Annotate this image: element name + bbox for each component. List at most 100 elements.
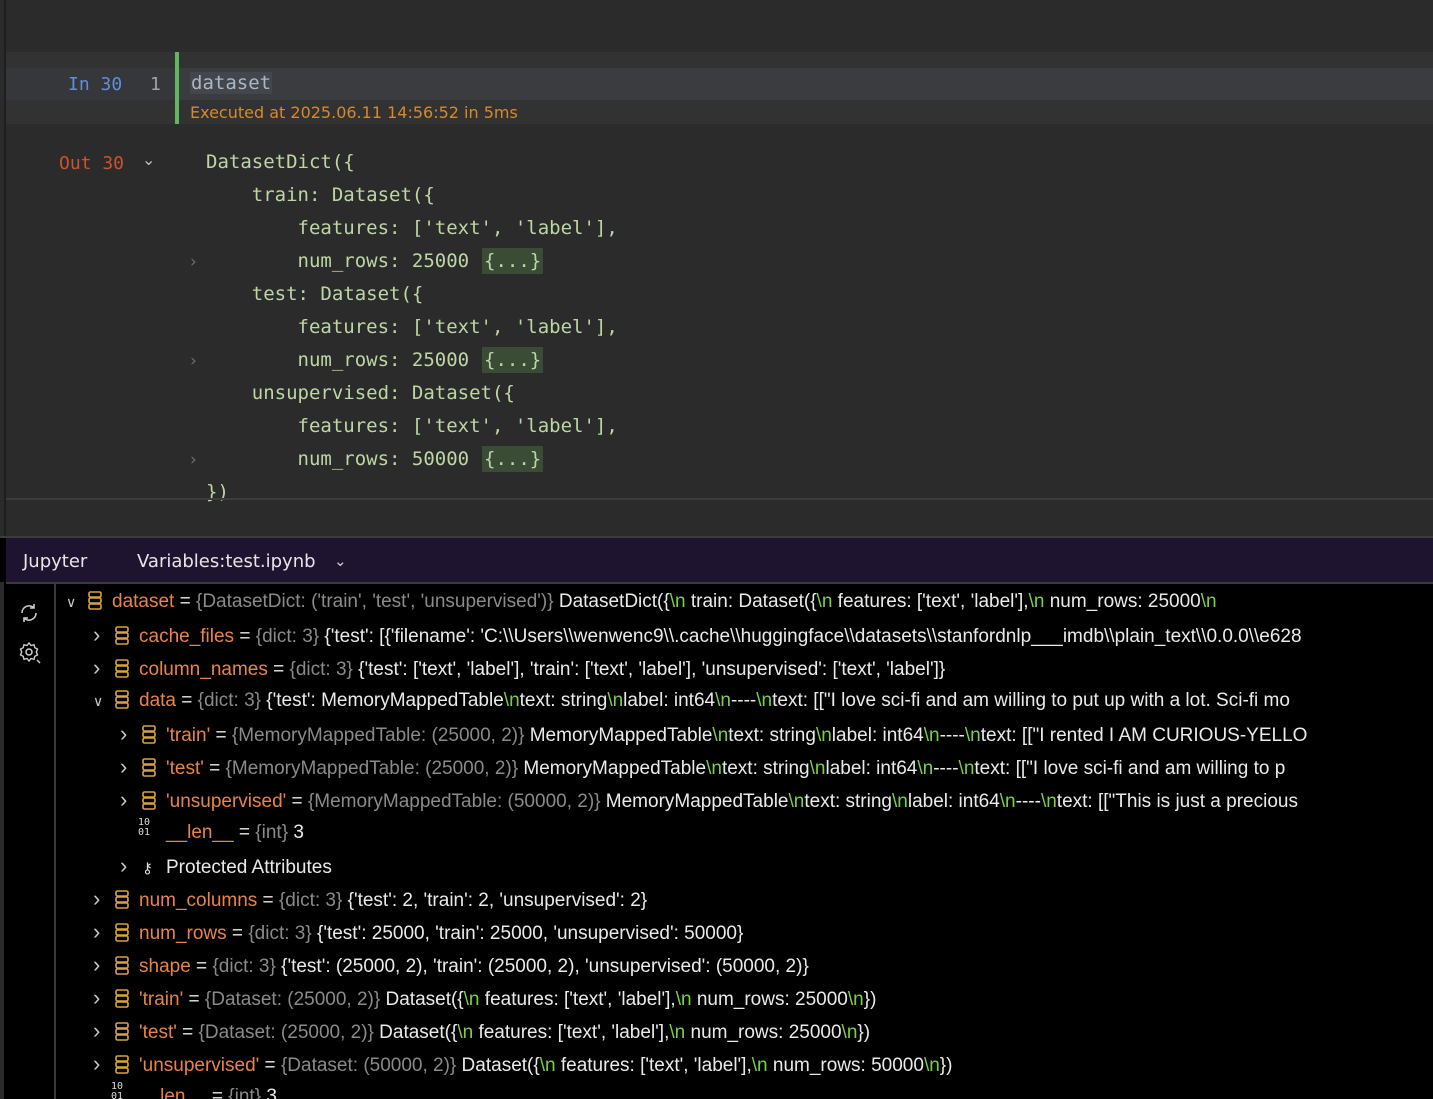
newline-escape: \n: [841, 1022, 858, 1043]
equals-sign: =: [257, 890, 279, 911]
refresh-icon[interactable]: [18, 602, 40, 624]
variable-value: {'test': ['text', 'label'], 'train': ['t…: [352, 659, 946, 680]
newline-escape: \n: [1200, 591, 1217, 612]
output-line: num_rows: 50000: [206, 448, 470, 470]
equals-sign: =: [259, 1055, 281, 1076]
database-icon: [115, 956, 129, 975]
variable-name: dataset: [112, 591, 175, 612]
newline-escape: \n: [669, 1022, 686, 1043]
newline-escape: \n: [706, 758, 722, 779]
tree-row[interactable]: › 'test' = {MemoryMappedTable: (25000, 2)…: [120, 750, 1285, 783]
fold-chevron-right-icon[interactable]: ›: [190, 351, 197, 371]
variable-value: 3: [261, 1086, 277, 1099]
chevron-down-icon[interactable]: ⌄: [334, 552, 347, 570]
variable-value: {'test': (25000, 2), 'train': (25000, 2)…: [275, 956, 809, 977]
fold-chevron-right-icon[interactable]: ›: [190, 450, 197, 470]
variable-type: {MemoryMappedTable: (25000, 2)}: [225, 758, 519, 779]
chevron-right-icon[interactable]: ›: [93, 618, 111, 651]
database-icon: [142, 758, 156, 777]
newline-escape: \n: [715, 690, 731, 711]
variable-type: {dict: 3}: [248, 923, 312, 944]
tree-row[interactable]: › 'train' = {MemoryMappedTable: (25000, 2…: [120, 717, 1307, 750]
equals-sign: =: [176, 1022, 199, 1043]
chevron-down-icon[interactable]: ∨: [66, 586, 84, 619]
variable-value: DatasetDict({: [553, 591, 670, 612]
tab-jupyter[interactable]: Jupyter: [23, 551, 87, 572]
newline-escape: \n: [675, 989, 692, 1010]
variable-value: ----: [939, 725, 965, 746]
tree-row[interactable]: ∨ data = {dict: 3} {'test': MemoryMappedT…: [93, 684, 1290, 717]
tree-row[interactable]: › 'test' = {Dataset: (25000, 2)} Dataset(…: [93, 1014, 870, 1047]
database-icon: [115, 890, 129, 909]
chevron-right-icon[interactable]: ›: [93, 948, 111, 981]
cell-executed-bar: [175, 52, 179, 124]
equals-sign: =: [286, 791, 308, 812]
variable-value: Dataset({: [456, 1055, 540, 1076]
variable-name: 'test': [139, 1022, 177, 1043]
equals-sign: =: [183, 989, 205, 1010]
variable-value: text: string: [721, 758, 810, 779]
tree-row[interactable]: › ⚷ Protected Attributes: [120, 849, 332, 882]
variable-value: Dataset({: [373, 1022, 458, 1043]
chevron-right-icon[interactable]: ›: [120, 717, 138, 750]
variable-type: {DatasetDict: ('train', 'test', 'unsuper…: [195, 591, 554, 612]
variable-name: 'unsupervised': [139, 1055, 260, 1076]
output-collapse-chevron-icon[interactable]: ⌄: [142, 150, 155, 169]
tree-row[interactable]: › 'train' = {Dataset: (25000, 2)} Dataset…: [93, 981, 876, 1014]
line-number: 1: [150, 74, 161, 95]
newline-escape: \n: [463, 989, 480, 1010]
equals-sign: =: [175, 690, 198, 711]
output-line: DatasetDict({: [206, 151, 355, 173]
chevron-right-icon[interactable]: ›: [120, 783, 138, 816]
variable-value: {'test': [{'filename': 'C:\\Users\\wenwe…: [319, 626, 1302, 647]
variable-type: {dict: 3}: [212, 956, 276, 977]
tree-row[interactable]: › column_names = {dict: 3} {'test': ['tex…: [93, 651, 945, 684]
tree-row[interactable]: › cache_files = {dict: 3} {'test': [{'fil…: [93, 618, 1302, 651]
output-line: features: ['text', 'label'],: [206, 217, 618, 239]
newline-escape: \n: [1028, 591, 1045, 612]
settings-icon[interactable]: [18, 641, 42, 665]
equals-sign: =: [210, 725, 232, 746]
tab-variables[interactable]: Variables:test.ipynb: [137, 551, 316, 572]
variable-value: features: ['text', 'label'],: [473, 1022, 670, 1043]
variable-name: cache_files: [139, 626, 235, 647]
fold-placeholder[interactable]: {...}: [482, 347, 544, 373]
variable-name: shape: [139, 956, 191, 977]
chevron-right-icon[interactable]: ›: [93, 915, 111, 948]
chevron-right-icon[interactable]: ›: [93, 882, 111, 915]
tree-row[interactable]: 10 01 __len__ = {int} 3: [120, 816, 304, 849]
tree-row[interactable]: › shape = {dict: 3} {'test': (25000, 2), …: [93, 948, 809, 981]
fold-placeholder[interactable]: {...}: [482, 446, 544, 472]
variable-value: text: string: [519, 690, 608, 711]
fold-placeholder[interactable]: {...}: [482, 248, 544, 274]
equals-sign: =: [226, 923, 249, 944]
chevron-right-icon[interactable]: ›: [120, 750, 138, 783]
chevron-down-icon[interactable]: ∨: [93, 685, 111, 718]
execution-info: Executed at 2025.06.11 14:56:52 in 5ms: [190, 103, 518, 122]
variable-name: __len__: [139, 1086, 207, 1099]
tree-row[interactable]: › 'unsupervised' = {MemoryMappedTable: (5…: [120, 783, 1298, 816]
variable-value: {'test': 2, 'train': 2, 'unsupervised': …: [342, 890, 648, 911]
database-icon: [142, 791, 156, 810]
database-icon: [115, 989, 129, 1008]
code-text[interactable]: dataset: [190, 72, 273, 94]
chevron-right-icon[interactable]: ›: [93, 651, 111, 684]
cell-output-label: Out 30: [59, 153, 125, 174]
chevron-right-icon[interactable]: ›: [93, 1047, 111, 1080]
equals-sign: =: [190, 956, 213, 977]
tree-row[interactable]: ›'unsupervised' = {Dataset: (50000, 2)} …: [93, 1047, 952, 1080]
tree-row[interactable]: › num_rows = {dict: 3} {'test': 25000, 't…: [93, 915, 743, 948]
chevron-right-icon[interactable]: ›: [93, 1014, 111, 1047]
chevron-right-icon[interactable]: ›: [120, 849, 138, 882]
variable-type: {Dataset: (50000, 2)}: [280, 1055, 457, 1076]
newline-escape: \n: [669, 591, 686, 612]
newline-escape: \n: [816, 591, 833, 612]
newline-escape: \n: [539, 1055, 556, 1076]
variable-name: 'unsupervised': [166, 791, 287, 812]
chevron-right-icon[interactable]: ›: [93, 981, 111, 1014]
tree-row[interactable]: 10 01 __len__ = {int} 3: [93, 1080, 277, 1099]
tree-row[interactable]: › num_columns = {dict: 3} {'test': 2, 'tr…: [93, 882, 647, 915]
tree-row[interactable]: ∨ dataset = {DatasetDict: ('train', 'test…: [66, 585, 1217, 618]
fold-chevron-right-icon[interactable]: ›: [190, 252, 197, 272]
output-line: train: Dataset({: [206, 184, 435, 206]
